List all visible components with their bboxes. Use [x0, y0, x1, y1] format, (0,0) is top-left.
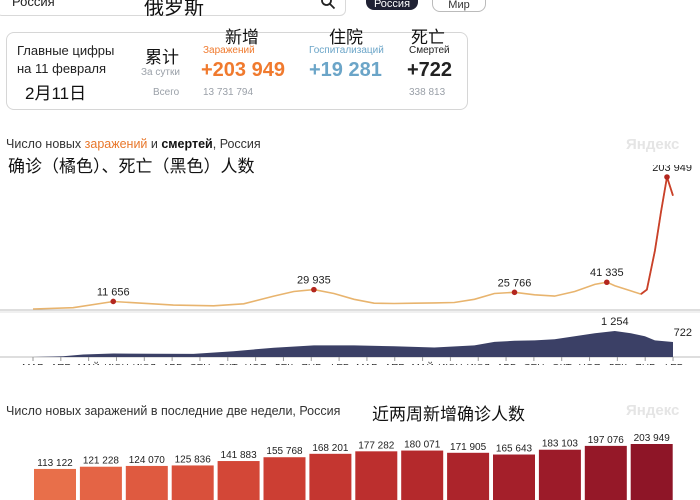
peak-label-3: 41 335 [590, 267, 624, 279]
x-tick-label-4: ИЮЛ [133, 363, 156, 365]
x-tick-label-20: НОЯ [579, 363, 601, 365]
x-tick-label-9: ДЕК [274, 363, 293, 365]
x-tick-label-8: НОЯ [245, 363, 267, 365]
x-tick-label-23: ФЕВ [663, 363, 684, 365]
search-overlay-text: 俄罗斯 [144, 0, 204, 16]
x-tick-label-13: АПР [385, 363, 406, 365]
bar-label-13: 197 076 [588, 435, 625, 446]
bar-label-11: 165 643 [496, 444, 533, 455]
peak-label-1: 29 935 [297, 275, 331, 287]
chart1-title: Число новых заражений и смертей, Россия [6, 137, 261, 151]
infections-value: +203 949 [201, 59, 285, 81]
chart2-title: Число новых заражений в последние две не… [6, 404, 341, 418]
peak-label-0: 11 656 [97, 286, 130, 298]
bar-4 [171, 465, 214, 500]
bar-label-14: 203 949 [634, 433, 671, 444]
x-tick-label-6: СЕН [189, 363, 210, 365]
bar-7 [309, 453, 352, 500]
search-query-text: Россия [12, 0, 55, 9]
x-tick-label-1: АПР [51, 363, 72, 365]
peak-marker-2 [511, 289, 518, 296]
deaths-area [33, 331, 673, 357]
x-tick-label-19: ОКТ [552, 363, 572, 365]
summary-card: Главные цифры на 11 февраля 2月11日 累计 За … [6, 28, 468, 110]
deaths-label: Смертей [409, 45, 450, 56]
infections-label: Заражений [203, 45, 255, 56]
hospitalized-value: +19 281 [309, 59, 382, 81]
peak-label-2: 25 766 [498, 277, 532, 289]
bar-label-7: 168 201 [312, 443, 349, 454]
bar-10 [447, 452, 490, 500]
x-tick-label-2: МАЙ [78, 361, 100, 365]
deaths-total: 338 813 [409, 87, 446, 98]
bar-14 [630, 444, 673, 500]
peak-marker-1 [311, 286, 317, 293]
bar-label-5: 141 883 [221, 450, 258, 461]
bar-label-1: 113 122 [37, 458, 73, 469]
bar-8 [355, 451, 398, 500]
all-time-label: Всего [153, 87, 180, 98]
deaths-value: +722 [407, 59, 453, 81]
peak-marker-3 [603, 279, 610, 286]
chart2-cn-title: 近两周新增确诊人数 [372, 405, 525, 424]
bar-1 [34, 468, 76, 500]
chart1-watermark: Яндекс [626, 136, 680, 153]
peak-label-5: 1 254 [601, 316, 629, 328]
cases-deaths-chart: 11 656 29 935 25 766 41 335 203 949 1 254 722 М… [0, 165, 700, 365]
x-tick-label-0: МАР [22, 363, 44, 365]
bar-2 [79, 466, 122, 500]
tab-russia[interactable]: Россия [366, 0, 418, 10]
hospitalized-label: Госпитализаций [309, 45, 384, 56]
peak-label-4: 203 949 [652, 165, 692, 174]
bar-13 [584, 445, 627, 500]
two-week-bar-chart: 113 122 121 228 124 070 125 836 141 883 155 7… [34, 433, 673, 500]
bar-label-4: 125 836 [175, 454, 212, 465]
bar-label-9: 180 071 [404, 440, 441, 451]
summary-heading-line1: Главные цифры [17, 43, 115, 58]
bar-label-10: 171 905 [450, 442, 487, 453]
bar-11 [493, 454, 535, 500]
bar-12 [538, 449, 581, 500]
top-bar: Россия 俄罗斯 Россия Мир [0, 0, 700, 16]
per-day-label: За сутки [141, 67, 180, 78]
peak-label-6: 722 [674, 327, 692, 339]
summary-date-cn: 2月11日 [25, 84, 87, 103]
x-tick-label-22: ЯНВ [635, 363, 656, 365]
x-tick-label-7: ОКТ [218, 363, 238, 365]
x-tick-label-15: ИЮН [438, 363, 463, 365]
x-tick-label-5: АВГ [163, 363, 182, 365]
x-tick-label-12: МАР [356, 363, 378, 365]
bar-3 [125, 465, 168, 500]
bar-label-3: 124 070 [129, 455, 166, 466]
infections-total: 13 731 794 [203, 87, 254, 98]
bar-5 [217, 461, 260, 500]
cases-line-recent [640, 176, 674, 295]
bar-6 [263, 457, 306, 500]
x-tick-label-10: ЯНВ [301, 363, 322, 365]
bar-label-2: 121 228 [83, 456, 120, 467]
x-tick-label-17: АВГ [497, 363, 516, 365]
bar-label-8: 177 282 [358, 440, 395, 451]
x-tick-label-3: ИЮН [104, 363, 129, 365]
summary-heading-line2: на 11 февраля [17, 61, 107, 76]
x-tick-label-21: ДЕК [608, 363, 627, 365]
bar-9 [401, 450, 444, 500]
x-tick-label-18: СЕН [523, 363, 544, 365]
bar-label-12: 183 103 [542, 439, 579, 450]
peak-marker-4 [664, 174, 670, 180]
bar-label-6: 155 768 [266, 446, 303, 457]
chart2-watermark: Яндекс [626, 402, 680, 419]
x-tick-label-14: МАЙ [411, 361, 433, 365]
x-tick-label-16: ИЮЛ [467, 363, 490, 365]
peak-marker-0 [110, 298, 117, 305]
total-label-cn: 累计 [145, 48, 179, 67]
tab-world[interactable]: Мир [432, 0, 486, 12]
x-tick-label-11: ФЕВ [329, 363, 350, 365]
search-icon[interactable] [320, 0, 336, 10]
